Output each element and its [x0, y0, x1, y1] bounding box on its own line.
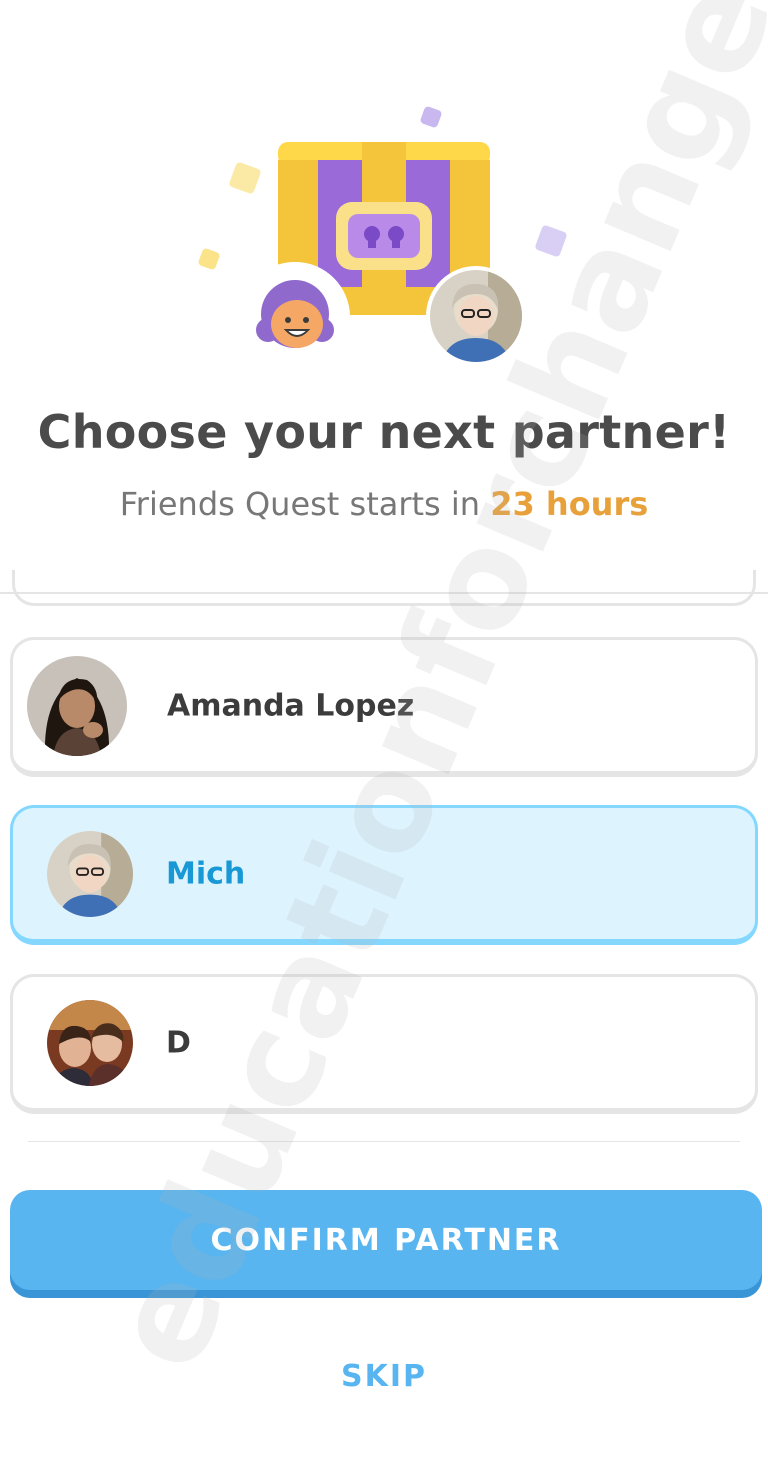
page-title: Choose your next partner!	[37, 405, 731, 459]
partner-photo-icon	[426, 266, 526, 366]
partner-card-peek	[12, 570, 756, 606]
sparkle-icon	[419, 105, 443, 129]
confirm-partner-button[interactable]: CONFIRM PARTNER	[10, 1190, 762, 1290]
partner-name: Amanda Lopez	[167, 688, 415, 723]
countdown-highlight: 23 hours	[490, 485, 649, 523]
hero-illustration	[0, 0, 768, 400]
sparkle-icon	[228, 161, 262, 195]
mich-photo-icon	[47, 830, 133, 917]
quest-countdown: Friends Quest starts in 23 hours	[0, 485, 768, 523]
user-avatar-icon	[240, 262, 350, 372]
d-photo-icon	[47, 999, 133, 1086]
sparkle-icon	[197, 247, 221, 271]
countdown-prefix: Friends Quest starts in	[119, 485, 491, 523]
partner-card-mich[interactable]: Mich	[10, 805, 758, 945]
list-bottom-divider	[28, 1141, 740, 1142]
amanda-photo-icon	[27, 655, 127, 756]
skip-button[interactable]: SKIP	[284, 1350, 484, 1402]
partner-name: D	[166, 1025, 191, 1060]
partner-card-d[interactable]: D	[10, 974, 758, 1114]
sparkle-icon	[534, 224, 568, 258]
partner-name: Mich	[166, 856, 246, 891]
partner-card-amanda-lopez[interactable]: Amanda Lopez	[10, 637, 758, 777]
